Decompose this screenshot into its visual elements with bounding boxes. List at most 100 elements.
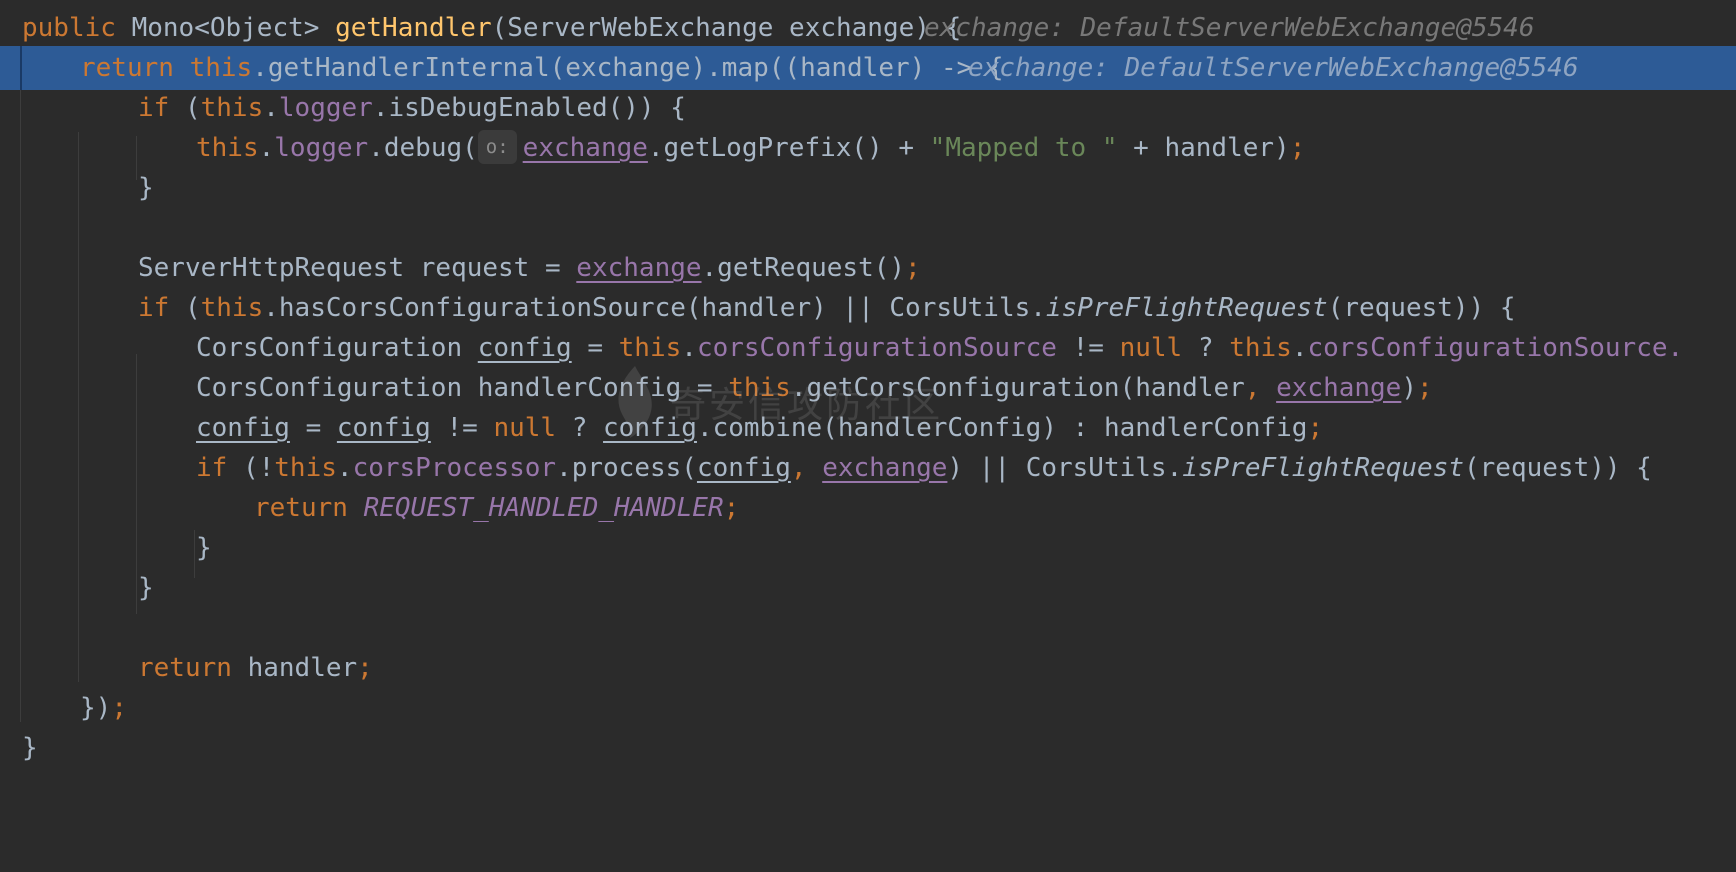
closing-brace: }	[138, 173, 154, 203]
static-method-call: isPreFlightRequest	[1045, 293, 1328, 323]
keyword-if: if	[196, 453, 228, 483]
static-constant: REQUEST_HANDLED_HANDLER	[363, 493, 724, 523]
reassigned-variable-config[interactable]: config	[697, 453, 791, 483]
static-method-call: isPreFlightRequest	[1182, 453, 1464, 483]
code-text: .	[263, 93, 279, 123]
semicolon: ;	[1307, 413, 1324, 443]
code-line-7[interactable]: ServerHttpRequest request = exchange.get…	[0, 246, 1736, 290]
code-text: .	[258, 133, 275, 163]
code-text: ServerHttpRequest request =	[138, 253, 577, 283]
field-cors-configuration-source: corsConfigurationSource.	[1307, 333, 1684, 363]
field-cors-configuration-source: corsConfigurationSource	[696, 333, 1057, 363]
code-text: .getHandlerInternal(exchange).map((handl…	[252, 53, 1004, 83]
string-literal: "Mapped to "	[929, 133, 1118, 163]
keyword-if: if	[138, 293, 170, 323]
code-text: !=	[430, 413, 494, 443]
keyword-this: this	[274, 453, 337, 483]
keyword-this: this	[200, 293, 264, 323]
closing-brace: }	[196, 533, 212, 563]
code-text: .	[1291, 333, 1308, 363]
code-line-14[interactable]: }	[0, 526, 1736, 570]
code-text: ) || CorsUtils.	[947, 453, 1183, 483]
keyword-public: public	[22, 13, 116, 43]
keyword-null: null	[1119, 333, 1183, 363]
reassigned-variable-config[interactable]: config	[478, 333, 572, 363]
code-text: !=	[1056, 333, 1120, 363]
field-logger: logger	[278, 93, 373, 123]
code-text: handler	[231, 653, 358, 683]
code-line-4[interactable]: this.logger.debug(o: exchange.getLogPrefi…	[0, 126, 1736, 170]
code-text: .isDebugEnabled()) {	[372, 93, 686, 123]
semicolon: ;	[1289, 133, 1306, 163]
method-name: getHandler	[335, 13, 492, 43]
semicolon: ;	[357, 653, 373, 683]
keyword-this: this	[200, 93, 264, 123]
code-text: (	[169, 293, 201, 323]
watermark-logo-icon	[618, 366, 652, 438]
code-text: (!	[227, 453, 275, 483]
code-editor[interactable]: public Mono<Object> getHandler(ServerWeb…	[0, 0, 1736, 872]
keyword-return: return	[138, 653, 232, 683]
keyword-this: this	[189, 53, 253, 83]
keyword-null: null	[493, 413, 557, 443]
closing-brace: }	[138, 573, 154, 603]
code-text: (request)) {	[1464, 453, 1652, 483]
code-text: .getLogPrefix() +	[647, 133, 930, 163]
semicolon: ;	[905, 253, 921, 283]
keyword-if: if	[138, 93, 170, 123]
captured-variable-exchange[interactable]: exchange	[1276, 373, 1401, 403]
code-text: .debug(	[368, 133, 478, 163]
code-text: (	[169, 93, 201, 123]
code-text: .hasCorsConfigurationSource(handler) || …	[263, 293, 1046, 323]
semicolon: ;	[723, 493, 740, 523]
field-logger: logger	[274, 133, 369, 163]
keyword-this: this	[618, 333, 682, 363]
code-text: ?	[556, 413, 604, 443]
code-text: (request)) {	[1327, 293, 1516, 323]
code-line-8[interactable]: if (this.hasCorsConfigurationSource(hand…	[0, 286, 1736, 330]
current-execution-line[interactable]: return this.getHandlerInternal(exchange)…	[0, 46, 1736, 90]
inline-debug-value: exchange: DefaultServerWebExchange@5546	[924, 13, 1535, 43]
reassigned-variable-config[interactable]: config	[196, 413, 290, 443]
code-text: .	[681, 333, 697, 363]
code-line-12[interactable]: if (!this.corsProcessor.process(config, …	[0, 446, 1736, 490]
watermark: 奇安信攻防社区	[600, 362, 980, 452]
code-text: =	[289, 413, 337, 443]
method-signature: (ServerWebExchange exchange) {	[491, 13, 962, 43]
code-line-18[interactable]: });	[0, 686, 1736, 730]
code-text: CorsConfiguration	[196, 333, 478, 363]
code-line-13[interactable]: return REQUEST_HANDLED_HANDLER;	[0, 486, 1736, 530]
code-line-17[interactable]: return handler;	[0, 646, 1736, 690]
code-line-19[interactable]: }	[0, 726, 1736, 770]
code-text: .	[336, 453, 353, 483]
code-text: =	[571, 333, 619, 363]
code-text: )	[1401, 373, 1417, 403]
return-type: Mono<Object>	[131, 13, 320, 43]
keyword-this: this	[196, 133, 259, 163]
keyword-return: return	[80, 53, 174, 83]
keyword-this: this	[1229, 333, 1292, 363]
closing-brace: }	[22, 733, 38, 763]
code-text: + handler)	[1117, 133, 1290, 163]
reassigned-variable-config[interactable]: config	[337, 413, 431, 443]
code-line-1[interactable]: public Mono<Object> getHandler(ServerWeb…	[0, 6, 1736, 50]
code-line-5[interactable]: }	[0, 166, 1736, 210]
code-text: .getRequest()	[701, 253, 906, 283]
comma: ,	[1244, 373, 1277, 403]
semicolon: ;	[111, 693, 127, 723]
captured-variable-exchange[interactable]: exchange	[822, 453, 947, 483]
code-line-15[interactable]: }	[0, 566, 1736, 610]
keyword-return: return	[254, 493, 348, 523]
field-cors-processor: corsProcessor	[352, 453, 557, 483]
code-text: })	[80, 693, 112, 723]
semicolon: ;	[1417, 373, 1433, 403]
captured-variable-exchange[interactable]: exchange	[576, 253, 701, 283]
inline-debug-value: exchange: DefaultServerWebExchange@5546	[968, 53, 1579, 83]
comma: ,	[790, 453, 823, 483]
code-text: ?	[1182, 333, 1230, 363]
code-text: .process(	[556, 453, 697, 483]
captured-variable-exchange[interactable]: exchange	[523, 133, 648, 163]
parameter-name-hint: o:	[477, 130, 517, 164]
code-line-3[interactable]: if (this.logger.isDebugEnabled()) {	[0, 86, 1736, 130]
watermark-text: 奇安信攻防社区	[670, 385, 944, 426]
